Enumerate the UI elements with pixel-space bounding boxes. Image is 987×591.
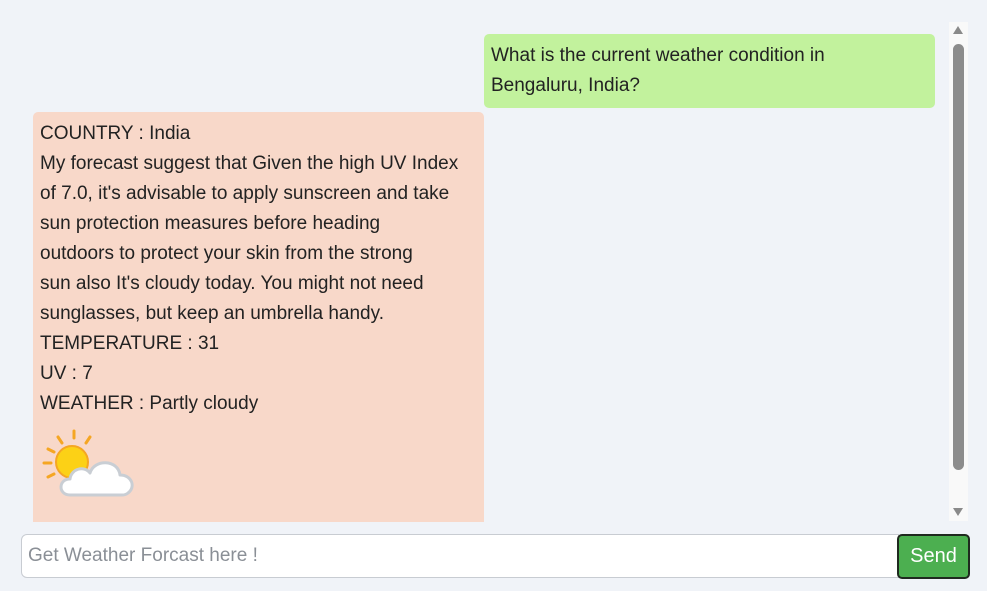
forecast-line: sunglasses, but keep an umbrella handy.: [40, 303, 384, 324]
scroll-up-icon[interactable]: [953, 26, 963, 34]
forecast-line: My forecast suggest that Given the high …: [40, 153, 459, 174]
forecast-line: of 7.0, it's advisable to apply sunscree…: [40, 183, 450, 204]
message-line: What is the current weather condition in: [491, 45, 825, 66]
chat-area: What is the current weather condition in…: [0, 0, 987, 522]
message-line: Bengaluru, India?: [491, 75, 640, 96]
uv-line: UV : 7: [40, 363, 93, 384]
forecast-line: outdoors to protect your skin from the s…: [40, 243, 413, 264]
scrollbar-thumb[interactable]: [953, 44, 964, 470]
bot-message: COUNTRY : India My forecast suggest that…: [33, 112, 484, 522]
send-button[interactable]: Send: [897, 534, 970, 579]
chat-messages: What is the current weather condition in…: [0, 0, 946, 522]
weather-query-input[interactable]: [21, 534, 899, 578]
user-message: What is the current weather condition in…: [484, 34, 935, 108]
weather-line: WEATHER : Partly cloudy: [40, 393, 259, 414]
message-input-bar: Send: [21, 534, 970, 579]
forecast-line: sun also It's cloudy today. You might no…: [40, 273, 424, 294]
weather-chat-app: What is the current weather condition in…: [0, 0, 987, 591]
country-line: COUNTRY : India: [40, 123, 191, 144]
scroll-down-icon[interactable]: [953, 508, 963, 516]
partly-cloudy-icon: [40, 429, 140, 503]
temperature-line: TEMPERATURE : 31: [40, 333, 220, 354]
chat-scrollbar[interactable]: [949, 22, 968, 521]
forecast-line: sun protection measures before heading: [40, 213, 381, 234]
